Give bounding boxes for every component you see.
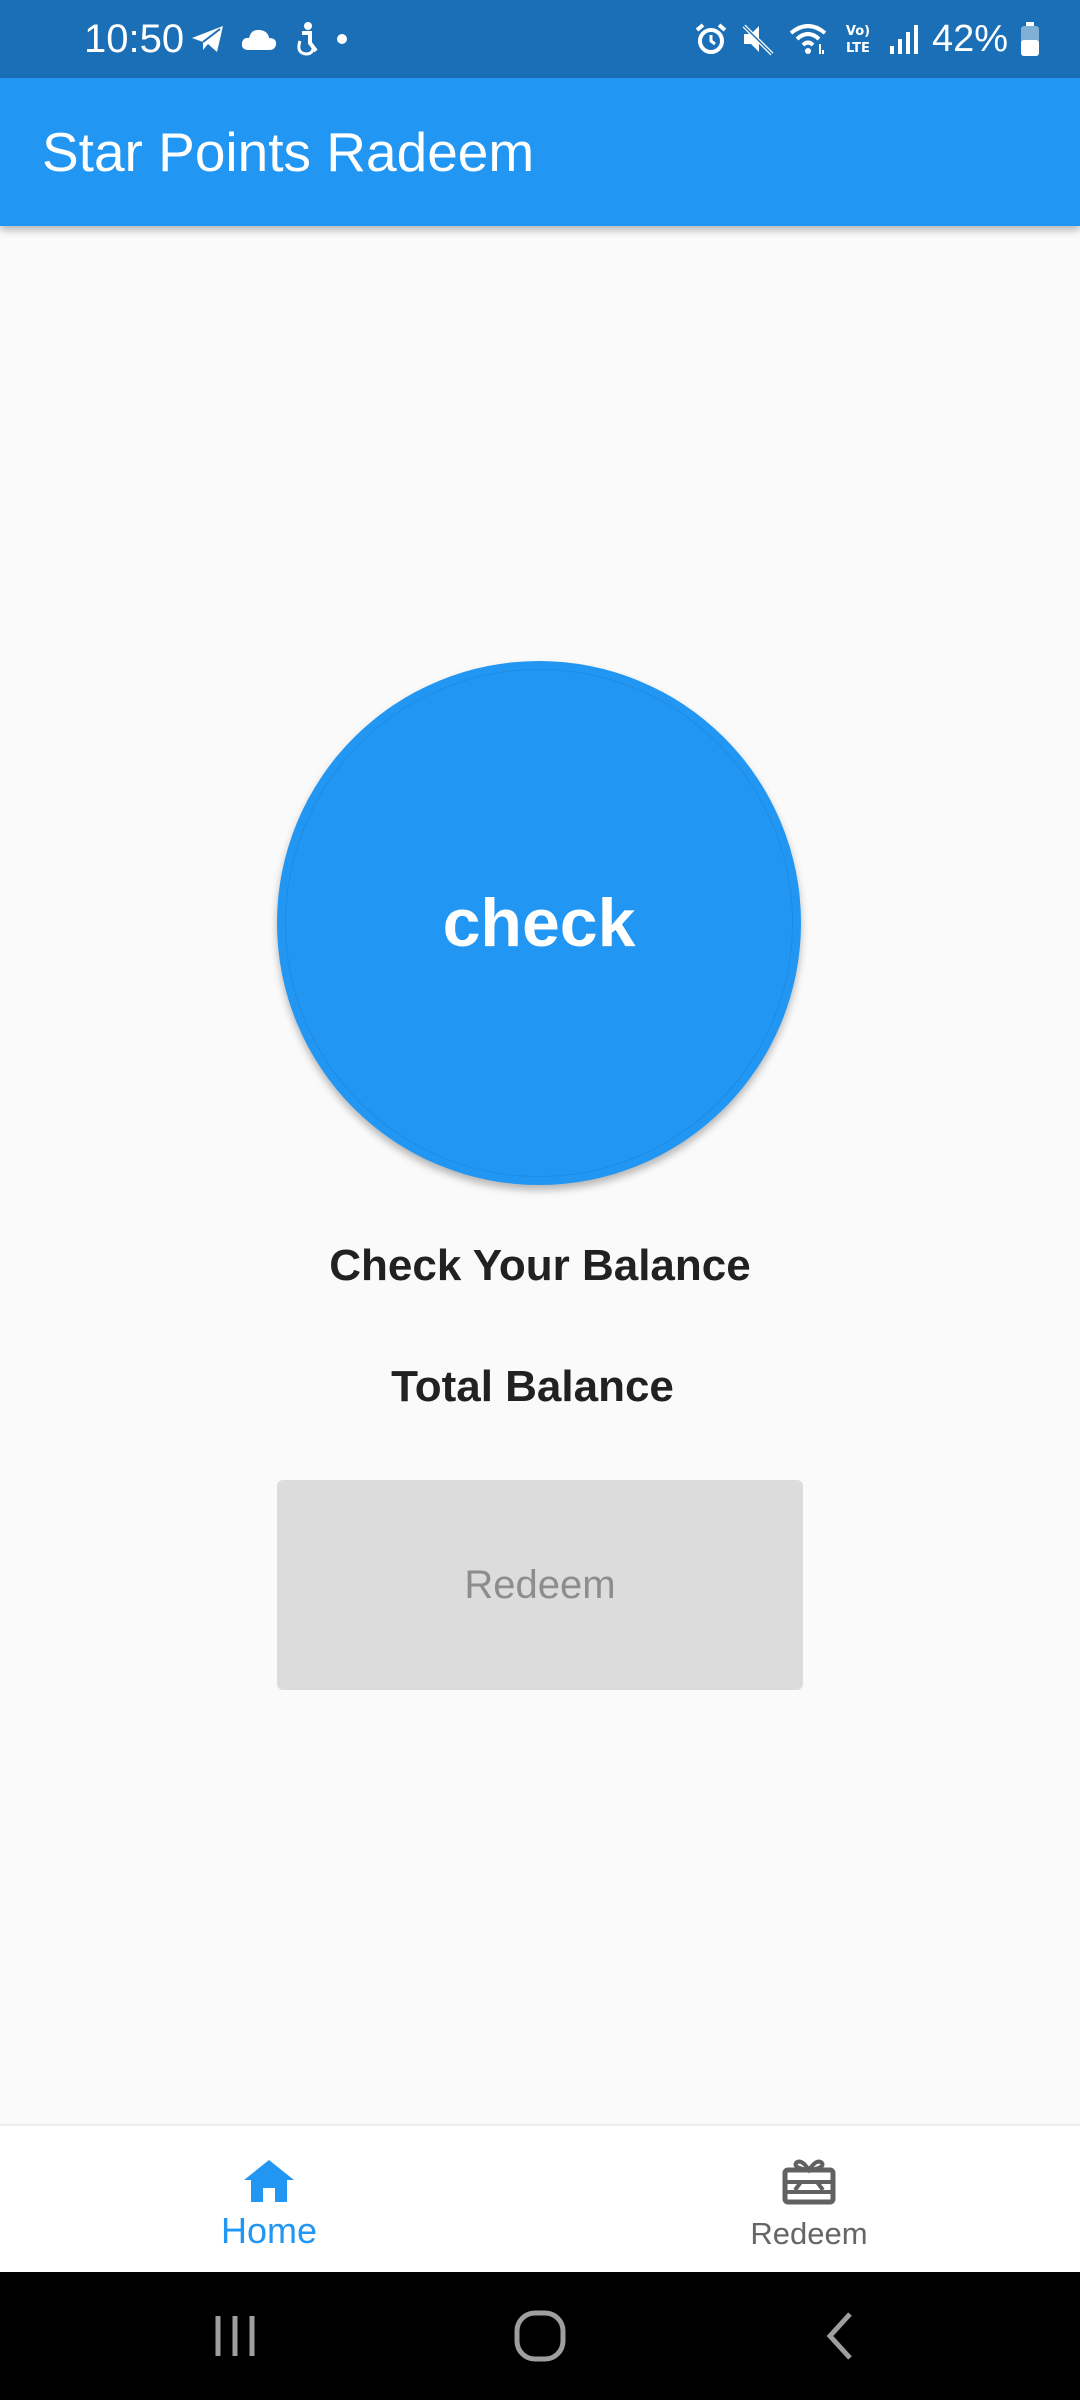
home-icon <box>244 2160 294 2202</box>
dot-icon <box>337 34 347 44</box>
cloud-icon <box>241 29 277 50</box>
home-button-icon[interactable] <box>508 2306 572 2366</box>
battery-percent: 42% <box>931 18 1008 60</box>
check-balance-heading: Check Your Balance <box>329 1241 751 1290</box>
volte-icon: Vo) LTE <box>846 24 870 56</box>
svg-text:LTE: LTE <box>846 41 870 56</box>
app-bar: Star Points Radeem <box>0 78 1080 226</box>
check-balance-button[interactable]: check <box>277 661 801 1185</box>
app-title: Star Points Radeem <box>42 121 535 183</box>
alarm-icon <box>695 23 727 54</box>
status-time: 10:50 <box>84 17 185 61</box>
nav-item-redeem[interactable]: Redeem <box>659 2126 959 2274</box>
status-left-icons <box>190 14 350 64</box>
battery-icon <box>1021 22 1039 56</box>
mute-icon <box>742 24 774 56</box>
nav-label-redeem: Redeem <box>750 2216 868 2251</box>
svg-text:Vo): Vo) <box>846 24 870 39</box>
wifi-icon <box>789 24 827 54</box>
nav-item-home[interactable]: Home <box>119 2126 419 2274</box>
status-right: Vo) LTE 42% <box>694 12 1040 66</box>
redeem-button[interactable]: Redeem <box>277 1480 803 1690</box>
recents-icon[interactable] <box>212 2306 258 2366</box>
total-balance-label: Total Balance <box>391 1362 674 1411</box>
system-navigation-bar <box>0 2272 1080 2400</box>
signal-icon <box>889 25 918 54</box>
check-button-ring <box>285 669 793 1177</box>
telegram-icon <box>192 26 223 52</box>
accessibility-icon <box>297 22 318 56</box>
redeem-button-label: Redeem <box>464 1562 616 1607</box>
back-icon[interactable] <box>818 2306 864 2366</box>
bottom-navigation: Home Redeem <box>0 2124 1080 2274</box>
nav-label-home: Home <box>220 2210 318 2251</box>
status-bar: 10:50 Vo) LTE 42% <box>0 0 1080 78</box>
gift-card-icon <box>782 2159 836 2205</box>
